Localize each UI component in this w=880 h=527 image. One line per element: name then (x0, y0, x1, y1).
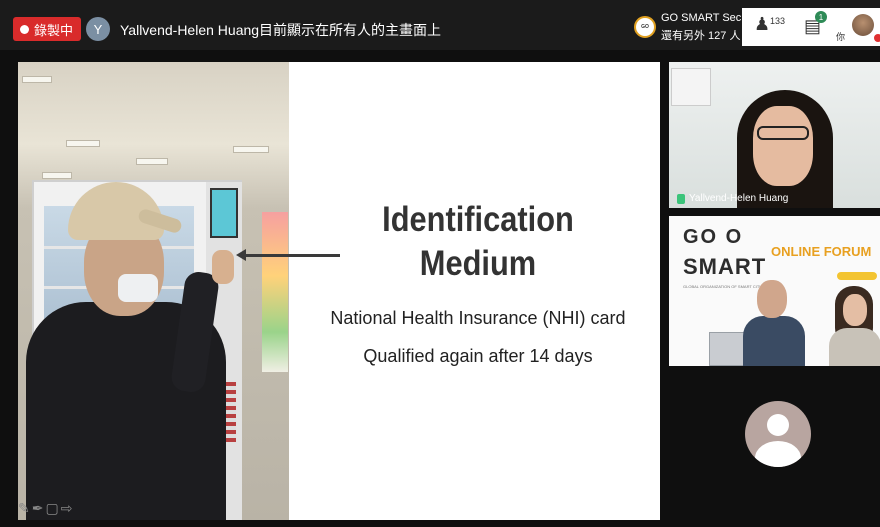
whiteboard-icon[interactable]: ▢ (45, 500, 58, 517)
ceiling-light (136, 158, 168, 165)
org-logo-icon: GO (634, 16, 656, 38)
avatar-shoulders (755, 441, 801, 467)
slide-title-line1: Identification (382, 200, 574, 239)
slide-text-qualified: Qualified again after 14 days (363, 346, 593, 366)
pen-tool-icon[interactable]: ✎ (18, 500, 30, 517)
pencil-icon[interactable]: ✒ (32, 500, 44, 517)
speaker-woman-face (843, 294, 867, 326)
next-arrow-icon[interactable]: ⇨ (61, 500, 73, 517)
organizer-name: GO SMART Secr... (661, 12, 754, 24)
annotation-toolbar: ✎ ✒ ▢ ⇨ (18, 500, 72, 517)
shared-slide: Identification Medium National Health In… (18, 62, 660, 520)
wall-poster (262, 212, 288, 372)
recording-label: 錄製中 (34, 22, 74, 38)
air-conditioner (671, 68, 711, 106)
pointer-arrow (242, 254, 340, 257)
slide-title: Identification Medium (337, 198, 619, 286)
meeting-topbar: 錄製中 Y Yallvend-Helen Huang目前顯示在所有人的主畫面上 … (0, 0, 880, 50)
recording-indicator[interactable]: 錄製中 (13, 17, 82, 41)
ceiling-light (42, 172, 72, 179)
forum-fine-print: GLOBAL ORGANIZATION OF SMART CITIES (683, 284, 766, 289)
arrow-head-icon (236, 249, 246, 261)
other-participants-count: 還有另外 127 人 (661, 30, 741, 42)
ceiling-light (233, 146, 269, 153)
meeting-controls: ♟ 133 ▤ 1 你 (742, 8, 880, 46)
default-avatar-icon (745, 401, 811, 467)
presenter-status-text: Yallvend-Helen Huang目前顯示在所有人的主畫面上 (120, 22, 442, 38)
forum-accent-bar (837, 272, 877, 280)
video-tile-forum[interactable]: GO O SMART ONLINE FORUM GLOBAL ORGANIZAT… (669, 216, 880, 366)
organizer-info[interactable]: GO GO SMART Secr... 還有另外 127 人 (634, 12, 754, 44)
tile-name-label: Yallvend-Helen Huang (677, 193, 788, 204)
speaker-man-head (757, 280, 787, 318)
presenter-avatar: Y (86, 17, 110, 41)
speaker-man-body (743, 316, 805, 366)
machine-screen (210, 188, 238, 238)
forum-logo-top: GO O (683, 226, 744, 248)
tile-name: Yallvend-Helen Huang (689, 193, 789, 204)
you-label: 你 (836, 32, 846, 42)
presenter-glasses (757, 126, 809, 140)
people-icon[interactable]: ♟ (754, 14, 770, 35)
face-mask (118, 274, 158, 302)
speaker-woman-body (829, 328, 880, 366)
participant-count: 133 (770, 16, 786, 26)
self-avatar[interactable] (852, 14, 874, 36)
mic-active-icon (677, 193, 685, 204)
video-tile-presenter[interactable]: Yallvend-Helen Huang (669, 62, 880, 208)
chat-badge: 1 (815, 11, 827, 23)
presenter-face (753, 106, 813, 186)
avatar-head (767, 414, 789, 436)
slide-title-line2: Medium (419, 244, 537, 283)
forum-online-label: ONLINE FORUM (771, 244, 872, 259)
vending-machine-photo (18, 62, 289, 520)
forum-logo-bottom: SMART (683, 254, 767, 279)
person-hand (212, 250, 234, 284)
ceiling-light (66, 140, 100, 147)
status-dot (874, 34, 880, 42)
video-tile-anonymous[interactable] (669, 372, 880, 520)
record-dot-icon (20, 24, 29, 34)
slide-text-card: National Health Insurance (NHI) card (330, 308, 626, 328)
ceiling-light (22, 76, 52, 83)
